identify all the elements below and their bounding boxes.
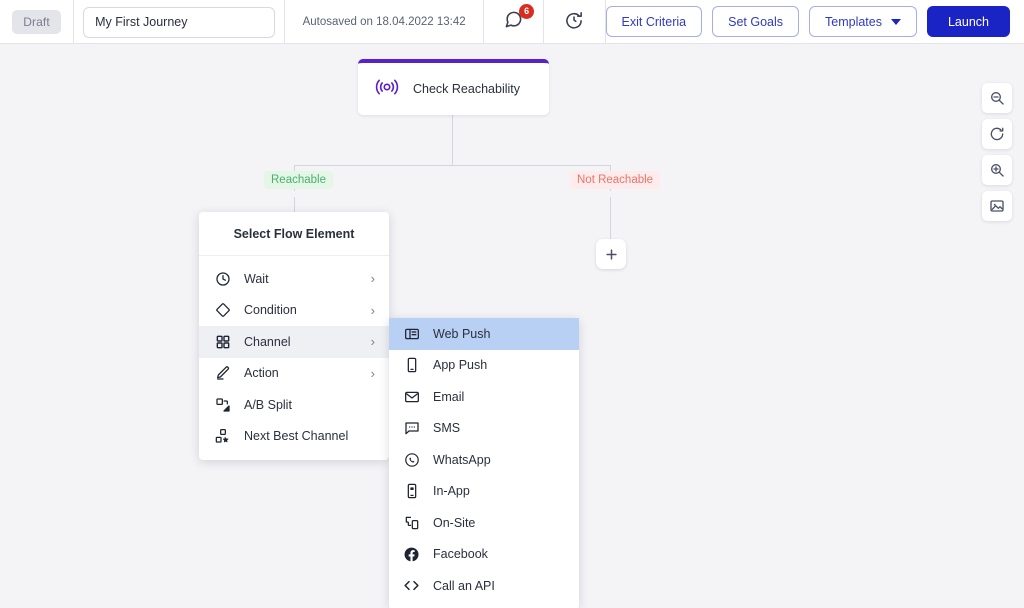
flow-menu-item-condition[interactable]: Condition › [199, 295, 389, 327]
branch-label-reachable: Reachable [264, 171, 333, 189]
flow-menu-label: Condition [244, 303, 297, 318]
on-site-icon [403, 514, 420, 531]
reachability-icon [375, 78, 399, 101]
channel-item-whatsapp[interactable]: WhatsApp [389, 444, 579, 476]
history-icon [564, 10, 584, 35]
channel-item-app-push[interactable]: App Push [389, 350, 579, 382]
branch-label-not-reachable: Not Reachable [570, 171, 661, 189]
flow-menu-label: Action [244, 366, 279, 381]
zoom-in-icon [991, 164, 1004, 177]
launch-button[interactable]: Launch [926, 6, 1010, 37]
channel-item-on-site[interactable]: On-Site [389, 507, 579, 539]
channel-item-label: In-App [433, 484, 470, 499]
chevron-right-icon: › [370, 365, 375, 381]
flow-menu-label: Channel [244, 334, 291, 349]
flow-menu-item-channel[interactable]: Channel › [199, 326, 389, 358]
canvas-zoom-toolbar [982, 83, 1012, 221]
node-title: Check Reachability [413, 82, 520, 96]
select-flow-element-menu[interactable]: Select Flow Element Wait › Condition › C… [199, 212, 389, 460]
reset-view-button[interactable] [982, 119, 1012, 149]
channel-item-email[interactable]: Email [389, 381, 579, 413]
in-app-icon [403, 483, 420, 500]
zoom-out-button[interactable] [982, 83, 1012, 113]
zoom-out-icon [991, 92, 1004, 105]
autosave-status-cell: Autosaved on 18.04.2022 13:42 [285, 0, 483, 44]
ab-split-icon [214, 396, 231, 413]
edge-root-to-split [452, 115, 453, 165]
chevron-down-icon [890, 18, 901, 25]
chevron-right-icon: › [370, 271, 375, 287]
status-badge-cell: Draft [0, 0, 73, 44]
comment-count-badge: 6 [519, 4, 535, 19]
channel-item-sms[interactable]: SMS [389, 413, 579, 445]
sms-icon [403, 420, 420, 437]
chevron-right-icon: › [370, 302, 375, 318]
email-icon [403, 388, 420, 405]
flow-menu-item-action[interactable]: Action › [199, 358, 389, 390]
app-push-icon [403, 357, 420, 374]
top-header-bar: Draft Autosaved on 18.04.2022 13:42 6 Ex… [0, 0, 1024, 44]
chevron-right-icon: › [370, 334, 375, 350]
templates-button[interactable]: Templates [809, 6, 917, 37]
flow-menu-title: Select Flow Element [199, 212, 389, 256]
channel-item-in-app[interactable]: In-App [389, 476, 579, 508]
channel-submenu[interactable]: Web Push App Push Email SMS WhatsApp In-… [389, 318, 579, 608]
channel-item-call-an-api[interactable]: Call an API [389, 570, 579, 602]
next-best-channel-icon [214, 428, 231, 445]
templates-label: Templates [825, 14, 882, 29]
web-push-icon [403, 325, 420, 342]
edge-not-reachable-down [610, 197, 611, 239]
zoom-in-button[interactable] [982, 155, 1012, 185]
channel-item-label: SMS [433, 421, 461, 436]
code-icon [403, 577, 420, 594]
history-button[interactable] [544, 0, 604, 44]
flow-menu-label: Next Best Channel [244, 429, 349, 444]
channel-item-web-push[interactable]: Web Push [389, 318, 579, 350]
flow-menu-item-ab-split[interactable]: A/B Split [199, 389, 389, 421]
flow-menu-item-wait[interactable]: Wait › [199, 263, 389, 295]
journey-name-cell [74, 0, 284, 44]
edge-horizontal-split [294, 165, 611, 166]
fit-to-screen-button[interactable] [982, 191, 1012, 221]
facebook-icon [403, 546, 420, 563]
channel-item-label: Web Push [433, 326, 491, 341]
channel-item-facebook[interactable]: Facebook [389, 539, 579, 571]
set-goals-button[interactable]: Set Goals [712, 6, 799, 37]
header-actions: Exit Criteria Set Goals Templates Launch [605, 0, 1024, 43]
whatsapp-icon [403, 451, 420, 468]
channel-item-label: App Push [433, 358, 488, 373]
plus-icon [605, 248, 617, 260]
channel-item-label: Facebook [433, 547, 488, 562]
pencil-icon [214, 365, 231, 382]
flow-menu-label: A/B Split [244, 397, 292, 412]
exit-criteria-button[interactable]: Exit Criteria [605, 6, 703, 37]
status-badge: Draft [12, 10, 61, 34]
clock-icon [214, 270, 231, 287]
channel-item-label: Call an API [433, 578, 495, 593]
reset-view-icon [990, 127, 1004, 141]
add-node-button[interactable] [596, 239, 626, 269]
grid-icon [214, 333, 231, 350]
autosave-text: Autosaved on 18.04.2022 13:42 [302, 16, 466, 28]
diamond-icon [214, 302, 231, 319]
channel-item-label: On-Site [433, 515, 476, 530]
flow-menu-label: Wait [244, 271, 269, 286]
fit-to-screen-icon [990, 200, 1004, 212]
node-check-reachability[interactable]: Check Reachability [358, 59, 549, 115]
journey-canvas[interactable]: Check Reachability Reachable Not Reachab… [0, 44, 1024, 608]
channel-item-label: Email [433, 389, 465, 404]
journey-name-input[interactable] [83, 6, 276, 38]
flow-menu-item-next-best-channel[interactable]: Next Best Channel [199, 421, 389, 453]
channel-item-label: WhatsApp [433, 452, 491, 467]
comments-button[interactable]: 6 [484, 0, 543, 44]
